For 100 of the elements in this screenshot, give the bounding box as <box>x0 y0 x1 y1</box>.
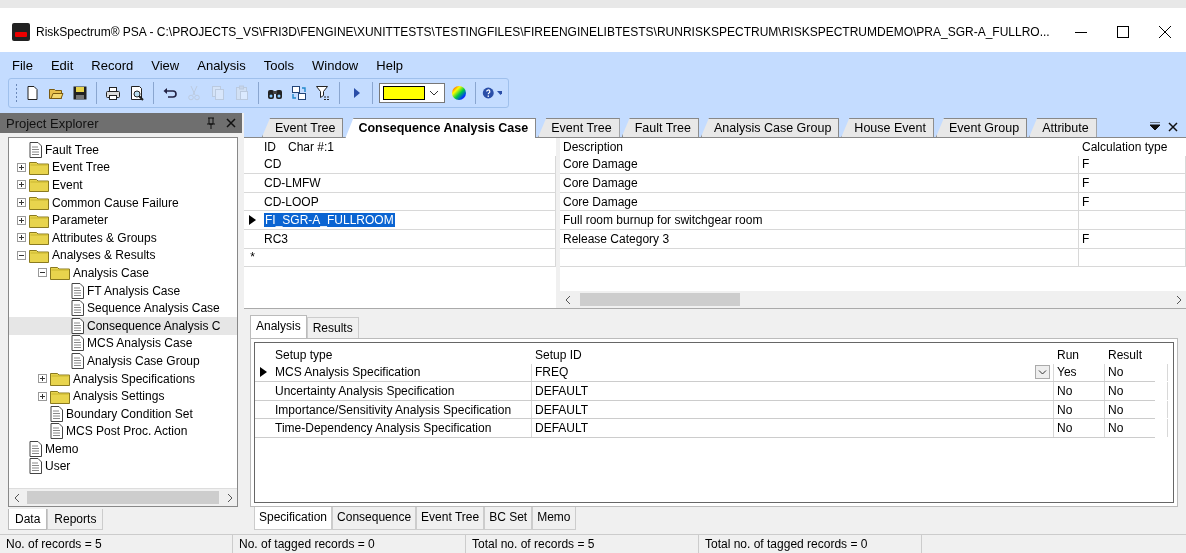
menu-item[interactable]: Analysis <box>188 55 255 75</box>
column-header: Setup ID <box>534 346 583 364</box>
document-icon <box>71 335 84 352</box>
tree-item[interactable]: Analysis Settings <box>9 387 237 405</box>
document-tab[interactable]: Analysis Case Group <box>700 118 840 137</box>
table-cell: DEFAULT <box>532 400 1054 419</box>
tree-item[interactable]: Event <box>9 176 237 194</box>
dropdown-cell[interactable]: FREQ <box>532 363 1054 382</box>
table-cell: Core Damage <box>560 174 1079 192</box>
collapse-icon[interactable] <box>38 268 47 278</box>
table-cell[interactable]: RC3 <box>264 231 288 246</box>
tab-list-icon[interactable] <box>1150 122 1160 131</box>
status-text: No. of records = 5 <box>0 535 233 553</box>
menu-item[interactable]: Help <box>367 55 412 75</box>
close-button[interactable] <box>1159 26 1171 38</box>
expand-icon[interactable] <box>38 391 47 401</box>
horizontal-scrollbar[interactable] <box>560 291 1186 308</box>
folder-icon <box>50 371 70 386</box>
document-icon <box>29 458 42 475</box>
tab[interactable]: Reports <box>47 509 104 530</box>
tree-item[interactable]: Consequence Analysis C <box>9 316 237 335</box>
table-cell[interactable]: CD-LOOP <box>264 194 319 209</box>
tree-item[interactable]: Analyses & Results <box>9 246 237 265</box>
expand-icon[interactable] <box>38 374 47 383</box>
scroll-left-icon[interactable] <box>564 295 570 304</box>
document-tab[interactable]: Consequence Analysis Case <box>345 118 537 138</box>
horizontal-scrollbar[interactable] <box>9 488 237 506</box>
tree-item[interactable]: MCS Analysis Case <box>9 334 237 353</box>
tree-item[interactable]: Common Cause Failure <box>9 193 237 212</box>
column-header: Char #:1 <box>288 139 335 154</box>
scroll-left-icon[interactable] <box>13 493 19 502</box>
tab[interactable]: Data <box>8 509 48 530</box>
document-tab[interactable]: Event Tree <box>538 118 620 137</box>
status-text: Total no. of records = 5 <box>466 535 699 553</box>
tree-item[interactable]: Boundary Condition Set <box>9 404 237 423</box>
menu-item[interactable]: File <box>8 55 42 75</box>
menu-item[interactable]: Edit <box>41 55 83 75</box>
tab[interactable]: BC Set <box>484 507 533 530</box>
chevron-down-icon <box>1038 369 1047 375</box>
maximize-button[interactable] <box>1117 26 1129 38</box>
tree-item[interactable]: Event Tree <box>9 158 237 177</box>
table-cell: No <box>1054 382 1105 400</box>
status-text: No. of tagged records = 0 <box>233 535 466 553</box>
document-tab[interactable]: Event Tree <box>262 118 344 137</box>
tree-item[interactable]: Sequence Analysis Case <box>9 299 237 317</box>
folder-icon <box>29 212 49 228</box>
table-cell[interactable]: FI_SGR-A_FULLROOM <box>264 213 395 228</box>
tab[interactable]: Event Tree <box>416 507 485 530</box>
menu-item[interactable]: View <box>142 55 189 75</box>
document-icon <box>29 141 42 158</box>
table-cell: F <box>1079 155 1186 174</box>
table-cell: Yes <box>1054 363 1105 382</box>
menu-item[interactable]: Window <box>303 55 368 75</box>
tree-item[interactable]: Fault Tree <box>9 141 237 159</box>
tree-item[interactable]: FT Analysis Case <box>9 281 237 300</box>
table-cell: No <box>1105 382 1168 400</box>
folder-icon <box>29 177 49 193</box>
document-tab[interactable]: House Event <box>841 118 934 137</box>
expand-icon[interactable] <box>17 198 26 208</box>
tree-item[interactable]: MCS Post Proc. Action <box>9 422 237 441</box>
collapse-icon[interactable] <box>17 250 26 260</box>
document-icon <box>71 317 84 334</box>
scroll-right-icon[interactable] <box>227 493 233 502</box>
tab[interactable]: Consequence <box>332 507 417 530</box>
expand-icon[interactable] <box>17 215 26 225</box>
color-dropdown[interactable] <box>379 83 445 103</box>
document-tab[interactable]: Attribute <box>1029 118 1097 137</box>
expand-icon[interactable] <box>17 180 26 190</box>
tree-item[interactable]: User <box>9 457 237 476</box>
tab[interactable]: Analysis <box>250 315 307 338</box>
table-cell: No <box>1054 419 1105 437</box>
tree-item[interactable]: Parameter <box>9 211 237 229</box>
menu-item[interactable]: Tools <box>254 55 303 75</box>
table-cell: DEFAULT <box>532 419 1054 437</box>
tab[interactable]: Specification <box>254 507 333 530</box>
panel-title: Project Explorer <box>6 115 100 131</box>
document-tab[interactable]: Fault Tree <box>621 118 699 137</box>
pin-icon[interactable] <box>206 117 216 129</box>
expand-icon[interactable] <box>17 162 26 172</box>
document-icon <box>50 405 63 422</box>
tree-item[interactable]: Analysis Specifications <box>9 369 237 388</box>
tree-item[interactable]: Memo <box>9 440 237 458</box>
document-tab[interactable]: Event Group <box>935 118 1028 137</box>
tree-item[interactable]: Analysis Case <box>9 264 237 282</box>
scroll-right-icon[interactable] <box>1176 295 1182 304</box>
tree-item[interactable]: Attributes & Groups <box>9 228 237 247</box>
document-icon <box>29 440 42 457</box>
table-cell: Full room burnup for switchgear room <box>560 211 1079 229</box>
close-icon[interactable] <box>1168 122 1178 132</box>
expand-icon[interactable] <box>17 233 26 243</box>
table-cell: MCS Analysis Specification <box>272 363 532 382</box>
table-cell: F <box>1079 174 1186 192</box>
menu-item[interactable]: Record <box>82 55 143 75</box>
table-cell: Core Damage <box>560 155 1079 174</box>
table-cell[interactable]: CD <box>264 157 282 172</box>
tree-item[interactable]: Analysis Case Group <box>9 352 237 370</box>
dropdown-button[interactable] <box>1035 365 1050 380</box>
table-cell[interactable]: CD-LMFW <box>264 176 321 190</box>
tab[interactable]: Memo <box>532 507 576 530</box>
tab[interactable]: Results <box>306 317 359 338</box>
